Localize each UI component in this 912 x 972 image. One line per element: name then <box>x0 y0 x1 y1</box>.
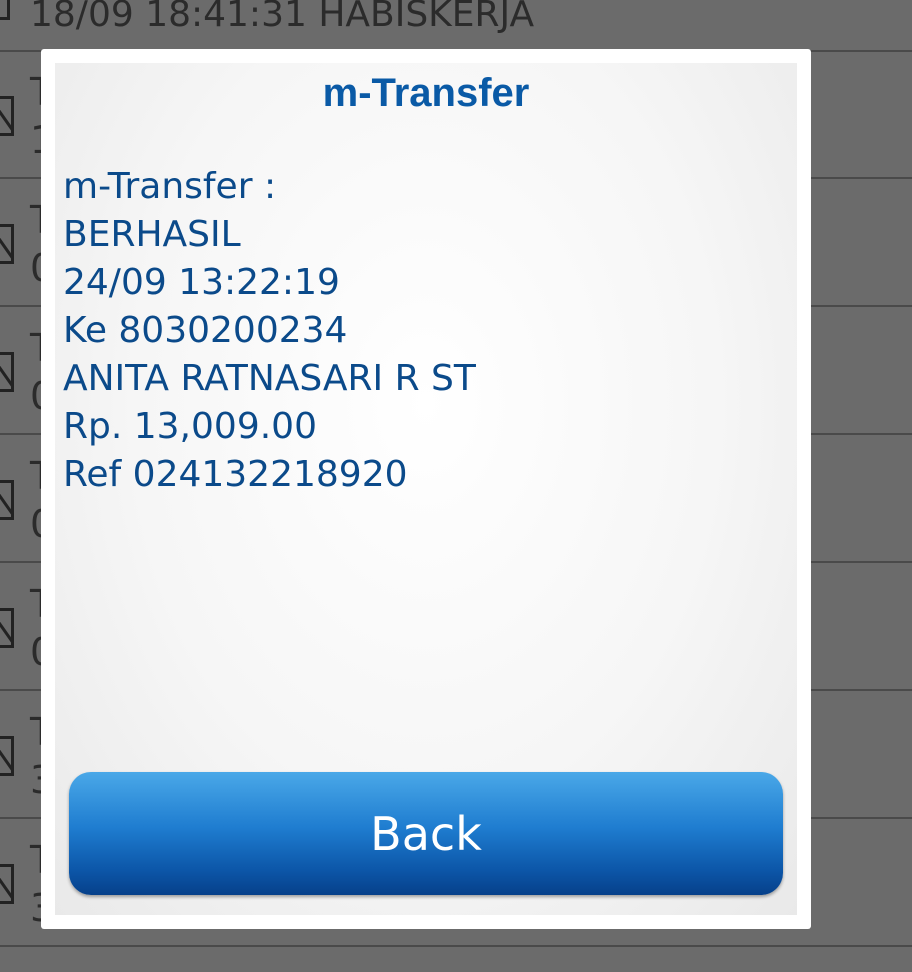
mail-icon <box>0 736 14 776</box>
mail-icon <box>0 352 14 392</box>
transfer-datetime: 24/09 13:22:19 <box>63 262 340 303</box>
list-item-text: 18/09 18:41:31 HABISKERJA <box>30 0 535 35</box>
dialog-content: m-Transfer m-Transfer : BERHASIL 24/09 1… <box>55 63 797 915</box>
destination-account: Ke 8030200234 <box>63 310 348 351</box>
mail-icon <box>0 96 14 136</box>
back-button[interactable]: Back <box>69 772 783 895</box>
mail-icon <box>0 480 14 520</box>
background-list-item: 18/09 18:41:31 HABISKERJA <box>0 0 912 52</box>
reference-number: Ref 024132218920 <box>63 454 408 495</box>
message-header: m-Transfer : <box>63 166 277 207</box>
transfer-status: BERHASIL <box>63 214 241 255</box>
mail-icon <box>0 864 14 904</box>
mail-icon <box>0 608 14 648</box>
recipient-name: ANITA RATNASARI R ST <box>63 358 476 399</box>
transfer-result-dialog: m-Transfer m-Transfer : BERHASIL 24/09 1… <box>41 49 811 929</box>
dialog-title: m-Transfer <box>322 71 530 115</box>
mail-icon <box>0 224 14 264</box>
mail-icon <box>0 0 10 20</box>
screen: 18/09 18:41:31 HABISKERJA T 1 T 0 T 0 T … <box>0 0 912 972</box>
transfer-message: m-Transfer : BERHASIL 24/09 13:22:19 Ke … <box>63 163 476 499</box>
transfer-amount: Rp. 13,009.00 <box>63 406 317 447</box>
